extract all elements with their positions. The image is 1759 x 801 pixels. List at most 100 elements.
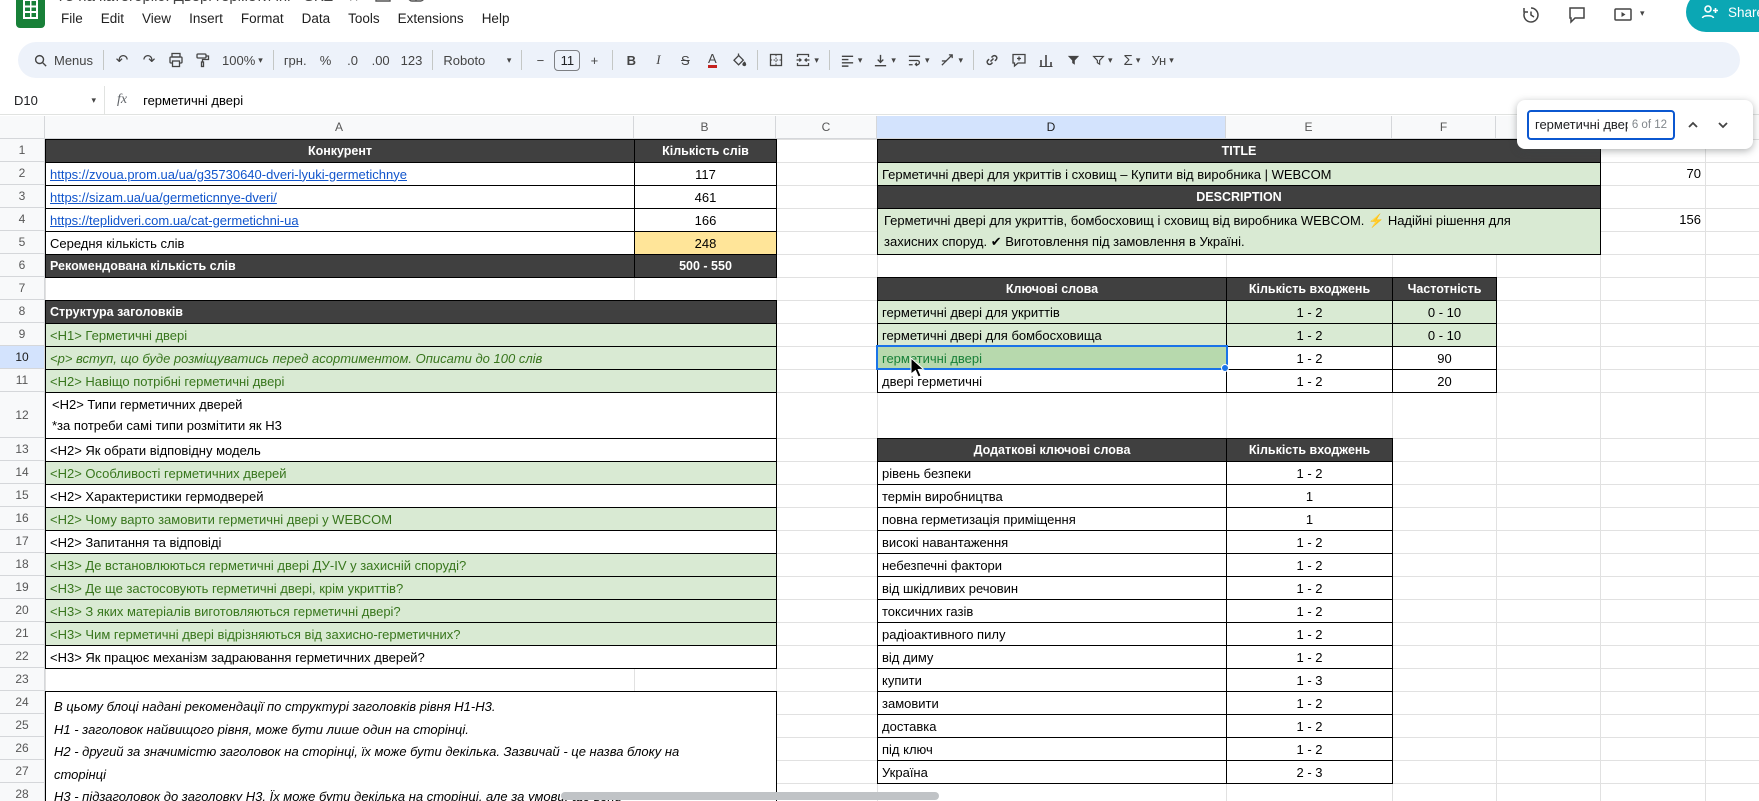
cell-A18[interactable]: <H3> Де встановлюються герметичні двері … [45, 553, 777, 577]
row-header-9[interactable]: 9 [0, 323, 45, 346]
find-previous-button[interactable] [1681, 113, 1705, 137]
row-header-12[interactable]: 12 [0, 392, 45, 438]
cell-A6[interactable]: Рекомендована кількість слів [45, 254, 635, 278]
cell-D14[interactable]: рівень безпеки [877, 461, 1227, 485]
cell-D3[interactable]: DESCRIPTION [877, 185, 1601, 209]
cell-D10[interactable]: герметичні двері [877, 346, 1227, 370]
column-header-E[interactable]: E [1226, 116, 1392, 139]
cell-D22[interactable]: від диму [877, 645, 1227, 669]
cell-D1[interactable]: TITLE [877, 139, 1601, 163]
version-history-button[interactable] [1516, 2, 1546, 28]
currency-format-button[interactable]: грн. [279, 46, 312, 74]
row-header-25[interactable]: 25 [0, 714, 45, 737]
horizontal-align-button[interactable]: ▾ [835, 46, 868, 74]
vertical-align-button[interactable]: ▾ [868, 46, 901, 74]
cell-A19[interactable]: <H3> Де ще застосовують герметичні двері… [45, 576, 777, 600]
cell-E22[interactable]: 1 - 2 [1226, 645, 1393, 669]
select-all-corner[interactable] [0, 116, 45, 139]
cell-E25[interactable]: 1 - 2 [1226, 714, 1393, 738]
insert-chart-button[interactable] [1033, 46, 1059, 74]
bold-button[interactable]: B [618, 46, 644, 74]
horizontal-scrollbar[interactable] [561, 792, 939, 800]
row-header-22[interactable]: 22 [0, 645, 45, 668]
cell-D23[interactable]: купити [877, 668, 1227, 692]
cell-A21[interactable]: <H3> Чим герметичні двері відрізняються … [45, 622, 777, 646]
column-header-D[interactable]: D [877, 116, 1226, 139]
row-header-16[interactable]: 16 [0, 507, 45, 530]
text-wrap-button[interactable]: ▾ [902, 46, 935, 74]
functions-button[interactable]: Σ ▾ [1119, 46, 1146, 74]
cell-A3[interactable]: https://sizam.ua/ua/germeticnnye-dveri/ [45, 185, 635, 209]
cell-D16[interactable]: повна герметизація приміщення [877, 507, 1227, 531]
font-family-dropdown[interactable]: Roboto ▾ [438, 46, 516, 74]
cell-E26[interactable]: 1 - 2 [1226, 737, 1393, 761]
present-button[interactable] [1608, 2, 1638, 28]
cell-F9[interactable]: 0 - 10 [1392, 323, 1497, 347]
cell-B6[interactable]: 500 - 550 [634, 254, 777, 278]
cell-A4[interactable]: https://teplidveri.com.ua/cat-germetichn… [45, 208, 635, 232]
cell-A24[interactable]: В цьому блоці надані рекомендації по стр… [45, 691, 777, 801]
cell-A20[interactable]: <H3> З яких матеріалів виготовляються ге… [45, 599, 777, 623]
cell-A1[interactable]: Конкурент [45, 139, 635, 163]
insert-link-button[interactable] [979, 46, 1005, 74]
increase-decimal-button[interactable]: .00 [367, 46, 395, 74]
row-header-28[interactable]: 28 [0, 783, 45, 801]
row-header-21[interactable]: 21 [0, 622, 45, 645]
row-header-24[interactable]: 24 [0, 691, 45, 714]
comments-button[interactable] [1562, 2, 1592, 28]
menu-item-view[interactable]: View [133, 9, 180, 28]
column-header-C[interactable]: C [776, 116, 877, 139]
cell-E10[interactable]: 1 - 2 [1226, 346, 1393, 370]
cell-D8[interactable]: герметичні двері для укриттів [877, 300, 1227, 324]
cell-D20[interactable]: токсичних газів [877, 599, 1227, 623]
row-header-5[interactable]: 5 [0, 231, 45, 254]
cell-E14[interactable]: 1 - 2 [1226, 461, 1393, 485]
cell-E24[interactable]: 1 - 2 [1226, 691, 1393, 715]
menu-item-file[interactable]: File [52, 9, 92, 28]
cell-E21[interactable]: 1 - 2 [1226, 622, 1393, 646]
menu-item-edit[interactable]: Edit [92, 9, 133, 28]
cell-D26[interactable]: під ключ [877, 737, 1227, 761]
decrease-font-size-button[interactable]: − [527, 46, 553, 74]
find-next-button[interactable] [1711, 113, 1735, 137]
menus-button[interactable]: Menus [28, 46, 98, 74]
column-header-B[interactable]: B [634, 116, 776, 139]
cell-D18[interactable]: небезпечні фактори [877, 553, 1227, 577]
cell-E27[interactable]: 2 - 3 [1226, 760, 1393, 784]
cell-A12[interactable]: <H2> Типи герметичних дверей *за потреби… [45, 392, 777, 439]
row-header-10[interactable]: 10 [0, 346, 45, 369]
row-header-3[interactable]: 3 [0, 185, 45, 208]
strikethrough-button[interactable]: S [672, 46, 698, 74]
undo-button[interactable]: ↶ [109, 46, 135, 74]
row-header-4[interactable]: 4 [0, 208, 45, 231]
row-header-8[interactable]: 8 [0, 300, 45, 323]
row-header-11[interactable]: 11 [0, 369, 45, 392]
present-dropdown-icon[interactable]: ▾ [1640, 8, 1645, 19]
cell-H2[interactable]: 70 [1600, 162, 1705, 185]
cell-D19[interactable]: від шкідливих речовин [877, 576, 1227, 600]
cell-D9[interactable]: герметичні двері для бомбосховища [877, 323, 1227, 347]
row-header-2[interactable]: 2 [0, 162, 45, 185]
find-input[interactable]: герметичні двер 6 of 12 [1527, 109, 1675, 140]
italic-button[interactable]: I [645, 46, 671, 74]
column-header-A[interactable]: A [45, 116, 634, 139]
cell-E17[interactable]: 1 - 2 [1226, 530, 1393, 554]
cell-E8[interactable]: 1 - 2 [1226, 300, 1393, 324]
cell-D15[interactable]: термін виробництва [877, 484, 1227, 508]
cell-D17[interactable]: високі навантаження [877, 530, 1227, 554]
insert-comment-button[interactable] [1006, 46, 1032, 74]
cell-D25[interactable]: доставка [877, 714, 1227, 738]
cell-H4[interactable]: 156 [1600, 208, 1705, 231]
cell-E9[interactable]: 1 - 2 [1226, 323, 1393, 347]
menu-item-tools[interactable]: Tools [339, 9, 389, 28]
menu-item-data[interactable]: Data [293, 9, 340, 28]
name-box[interactable]: D10 ▾ [0, 93, 104, 108]
row-header-26[interactable]: 26 [0, 737, 45, 760]
row-header-1[interactable]: 1 [0, 139, 45, 162]
cell-E18[interactable]: 1 - 2 [1226, 553, 1393, 577]
cell-B2[interactable]: 117 [634, 162, 777, 186]
menu-item-extensions[interactable]: Extensions [389, 9, 473, 28]
cell-D27[interactable]: Україна [877, 760, 1227, 784]
cell-A8[interactable]: Структура заголовків [45, 300, 777, 324]
sheets-logo[interactable] [16, 0, 45, 28]
